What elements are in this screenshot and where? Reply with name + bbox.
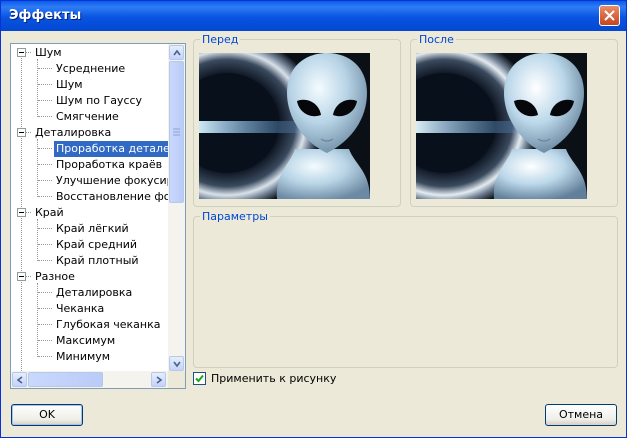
title-bar[interactable]: Эффекты <box>1 1 626 31</box>
tree-category[interactable]: Деталировка <box>11 125 169 141</box>
tree-item[interactable]: Восстановление фоку <box>11 189 169 205</box>
tree-item[interactable]: Максимум <box>11 333 169 349</box>
tree-item-label: Деталировка <box>56 286 133 299</box>
tree-category[interactable]: Край <box>11 205 169 221</box>
tree-connector <box>38 324 52 325</box>
tree-connector <box>38 148 52 149</box>
tree-item[interactable]: Глубокая чеканка <box>11 317 169 333</box>
tree-item-label: Деталировка <box>35 126 112 139</box>
tree-connector <box>38 308 52 309</box>
tree-connector <box>38 100 52 101</box>
tree-item-label: Смягчение <box>56 110 119 123</box>
tree-connector <box>26 52 31 53</box>
tree-item-label: Разное <box>35 270 75 283</box>
apply-checkbox-box[interactable] <box>193 372 206 385</box>
collapse-icon[interactable] <box>17 272 26 281</box>
scroll-up-button[interactable] <box>169 45 184 60</box>
scroll-left-icon <box>16 376 23 384</box>
tree-connector <box>38 164 52 165</box>
tree-item[interactable]: Проработка краёв <box>11 157 169 173</box>
tree-item-label: Шум по Гауссу <box>56 94 143 107</box>
tree-connector <box>26 212 31 213</box>
effects-tree[interactable]: Шум Усреднение Шум Шум по Гауссу Смягчение Де… <box>10 43 186 389</box>
before-preview-image <box>199 53 370 199</box>
tree-connector <box>38 116 52 117</box>
tree-category[interactable]: Разное <box>11 269 169 285</box>
parameters-label: Параметры <box>202 210 268 223</box>
tree-item[interactable]: Шум по Гауссу <box>11 93 169 109</box>
scroll-corner <box>168 371 185 388</box>
tree-item-label: Проработка краёв <box>56 158 163 171</box>
scroll-right-icon <box>156 376 163 384</box>
tree-item-label: Шум <box>56 78 83 91</box>
close-button[interactable] <box>599 5 620 26</box>
tree-item-label: Край плотный <box>56 254 139 267</box>
tree-category[interactable]: Шум <box>11 45 169 61</box>
tree-connector <box>26 276 31 277</box>
tree-item-label: Глубокая чеканка <box>56 318 161 331</box>
collapse-icon[interactable] <box>17 48 26 57</box>
parameters-group: Параметры <box>193 210 618 368</box>
tree-item-label: Шум <box>35 46 62 59</box>
vertical-scroll-thumb[interactable] <box>169 61 184 203</box>
scroll-right-button[interactable] <box>151 372 166 387</box>
tree-connector <box>38 356 52 357</box>
tree-list: Шум Усреднение Шум Шум по Гауссу Смягчение Де… <box>11 44 169 372</box>
tree-connector <box>38 228 52 229</box>
tree-item[interactable]: Край лёгкий <box>11 221 169 237</box>
before-label: Перед <box>202 33 239 46</box>
tree-item[interactable]: Смягчение <box>11 109 169 125</box>
alien-image-before <box>199 53 370 199</box>
tree-connector <box>38 68 52 69</box>
tree-item-label: Край средний <box>56 238 138 251</box>
tree-item[interactable]: Улучшение фокусиров <box>11 173 169 189</box>
tree-connector <box>38 196 52 197</box>
collapse-icon[interactable] <box>17 208 26 217</box>
scroll-left-button[interactable] <box>12 372 27 387</box>
after-label: После <box>419 33 454 46</box>
tree-connector <box>26 132 31 133</box>
tree-item[interactable]: Шум <box>11 77 169 93</box>
effects-dialog: Эффекты Шум Усреднение Шум Шум по Гауссу Смя… <box>0 0 627 438</box>
tree-item[interactable]: Край средний <box>11 237 169 253</box>
tree-item-label: Восстановление фоку <box>56 190 169 203</box>
vertical-scrollbar[interactable] <box>168 44 185 372</box>
scroll-up-icon <box>173 49 181 56</box>
scroll-down-button[interactable] <box>169 356 184 371</box>
horizontal-scroll-thumb[interactable] <box>28 372 103 387</box>
close-icon <box>604 10 615 21</box>
tree-item[interactable]: Чеканка <box>11 301 169 317</box>
tree-connector <box>38 340 52 341</box>
tree-connector <box>38 84 52 85</box>
alien-image-after <box>416 53 587 199</box>
tree-connector <box>38 292 52 293</box>
tree-item-label: Усреднение <box>56 62 126 75</box>
tree-item[interactable]: Усреднение <box>11 61 169 77</box>
scroll-down-icon <box>173 361 181 368</box>
tree-item-label: Минимум <box>56 350 111 363</box>
tree-item-label: Улучшение фокусиров <box>56 174 169 187</box>
tree-item[interactable]: Проработка деталей <box>11 141 169 157</box>
checkmark-icon <box>195 374 204 383</box>
grip-icon <box>173 128 180 136</box>
tree-item-label: Край <box>35 206 64 219</box>
collapse-icon[interactable] <box>17 128 26 137</box>
tree-item-label: Проработка деталей <box>54 141 169 157</box>
tree-item-label: Максимум <box>56 334 116 347</box>
ok-button[interactable]: OK <box>11 404 83 426</box>
horizontal-scrollbar[interactable] <box>11 371 185 388</box>
after-preview-image <box>416 53 587 199</box>
tree-item-label: Край лёгкий <box>56 222 129 235</box>
tree-connector <box>38 260 52 261</box>
tree-item[interactable]: Минимум <box>11 349 169 365</box>
tree-item-label: Чеканка <box>56 302 105 315</box>
tree-connector <box>38 244 52 245</box>
tree-item[interactable]: Деталировка <box>11 285 169 301</box>
tree-item[interactable]: Край плотный <box>11 253 169 269</box>
apply-checkbox-label: Применить к рисунку <box>211 372 337 385</box>
window-title: Эффекты <box>9 8 82 23</box>
tree-connector <box>38 180 52 181</box>
cancel-button[interactable]: Отмена <box>545 404 617 426</box>
dialog-body: Шум Усреднение Шум Шум по Гауссу Смягчение Де… <box>1 31 626 437</box>
